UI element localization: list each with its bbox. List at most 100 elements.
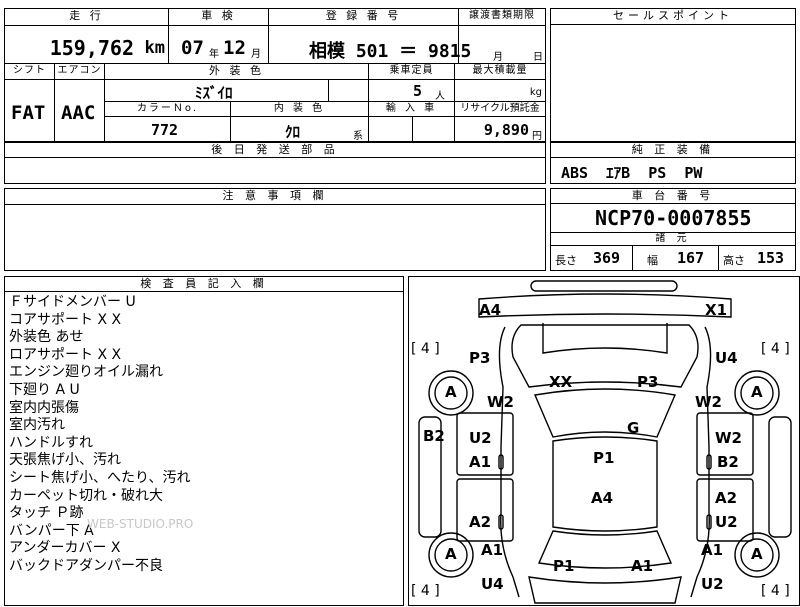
capacity-cell: 5 人 [369, 80, 455, 102]
load-label: 最大積載量 [455, 64, 545, 80]
note-item: エンジン廻りオイル漏れ [9, 364, 163, 381]
chassis-value: NCP70-0007855 [595, 206, 752, 230]
transfer-label: 譲渡書類期限 [459, 9, 545, 26]
inspector-box: 検 査 員 記 入 欄 Ｆサイドメンバー U コアサポート X X 外装色 あせ… [4, 276, 404, 606]
mark-right-b2: B2 [717, 453, 739, 471]
exterior-cell: ﾐｽﾞｲﾛ [105, 80, 329, 102]
watermark: WEB-STUDIO.PRO [87, 517, 194, 531]
interior-value: ｸﾛ [285, 123, 301, 141]
note-item: 外装色 あせ [9, 329, 84, 346]
mark-front-right: X1 [705, 301, 728, 319]
exterior-label: 外 装 色 [105, 64, 369, 80]
chassis-box: 車 台 番 号 NCP70-0007855 諸 元 長さ 369 幅 167 高… [550, 188, 796, 271]
inspector-label: 検 査 員 記 入 欄 [5, 277, 403, 292]
mark-right-w2: W2 [695, 393, 722, 411]
mark-rear-left-u4: U4 [481, 575, 504, 593]
mark-left-a1: A1 [469, 453, 492, 471]
length-cell: 長さ 369 [551, 246, 633, 270]
tire-mark-rear-left: A [445, 545, 457, 563]
year-unit: 年 [209, 49, 219, 60]
note-item: ロアサポート X X [9, 346, 122, 363]
equipment-value: ABS ｴｱB PS PW [561, 164, 703, 182]
mark-rear-a1: A1 [631, 557, 654, 575]
recycle-label: リサイクル預託金 [455, 102, 545, 117]
interior-unit: 系 [353, 131, 363, 142]
note-item: タッチ Ｐ跡 [9, 505, 84, 522]
tire-mark-front-right: A [751, 383, 763, 401]
ac-cell: AAC [55, 80, 105, 142]
note-item: バックドアダンパー不良 [9, 557, 163, 574]
note-item: シート焦げ小、へたり、汚れ [9, 469, 191, 486]
later-parts-box: 後 日 発 送 部 品 [4, 142, 546, 184]
mileage-label: 走 行 [5, 9, 169, 26]
note-item: 下廻り A U [9, 381, 80, 398]
chassis-label: 車 台 番 号 [551, 189, 795, 204]
tire-bracket-front-left: [ 4 ] [411, 341, 440, 357]
plate-label: 登 録 番 号 [269, 9, 459, 26]
recycle-cell: 9,890 円 [455, 117, 545, 142]
inspection-year: 07 [181, 37, 204, 59]
import-cell-b [413, 117, 455, 142]
mark-hood-left: P3 [469, 349, 491, 367]
length-value: 369 [593, 249, 621, 267]
note-item: 天張焦げ小、汚れ [9, 452, 121, 469]
note-item: アンダーカバー X [9, 540, 121, 557]
recycle-value: 9,890 [483, 121, 529, 139]
width-cell: 幅 167 [633, 246, 719, 270]
interior-label: 内 装 色 [231, 102, 369, 117]
mark-hood-right: P3 [637, 373, 659, 391]
height-label: 高さ [723, 254, 745, 267]
later-parts-label: 後 日 発 送 部 品 [5, 143, 545, 158]
mark-rear-right-u2: U2 [701, 575, 724, 593]
color-no-label: カラーＮo. [105, 102, 231, 117]
caution-box: 注 意 事 項 欄 [4, 188, 546, 271]
mark-right-w2b: W2 [715, 429, 742, 447]
note-item: コアサポート X X [9, 311, 122, 328]
length-label: 長さ [555, 254, 577, 267]
capacity-unit: 人 [435, 91, 445, 102]
mark-hood-center: XX [549, 373, 573, 391]
inspection-cell: 07 年 12 月 [169, 26, 269, 64]
mark-left-a2: A2 [469, 513, 492, 531]
plate-value: 相模 501 ＝ 9815 [309, 41, 472, 62]
import-cell-a [369, 117, 413, 142]
width-value: 167 [677, 249, 705, 267]
mark-rear-right-a1: A1 [701, 541, 724, 559]
equipment-box: 純 正 装 備 ABS ｴｱB PS PW [550, 142, 796, 184]
transfer-cell: 月 日 [459, 26, 545, 64]
note-item: 室内汚れ [9, 417, 65, 434]
sales-point-label: セールスポイント [551, 9, 795, 25]
caution-label: 注 意 事 項 欄 [5, 189, 545, 205]
shift-value: FAT [11, 102, 46, 124]
exterior-value: ﾐｽﾞｲﾛ [195, 84, 233, 102]
shift-cell: FAT [5, 80, 55, 142]
month-unit: 月 [251, 49, 261, 60]
mark-center-a4: A4 [591, 489, 614, 507]
tire-bracket-front-right: [ 4 ] [761, 341, 790, 357]
mileage-unit: km [144, 38, 165, 58]
vehicle-info-table: 走 行 車 検 登 録 番 号 譲渡書類期限 159,762 km 07 年 1… [4, 8, 546, 142]
capacity-value: 5 [413, 82, 423, 100]
color-no-cell: 772 [105, 117, 231, 142]
tire-mark-rear-right: A [751, 545, 763, 563]
car-diagram: [ 4 ] [ 4 ] [ 4 ] [ 4 ] A A A A A4 X1 P3… [408, 276, 800, 606]
mileage-cell: 159,762 km [5, 26, 169, 64]
mark-center-p1: P1 [593, 449, 615, 467]
mark-front-left: A4 [479, 301, 502, 319]
mark-right-u2: U2 [715, 513, 738, 531]
ac-label: エアコン [55, 64, 105, 80]
transfer-month: 月 [493, 52, 503, 63]
height-value: 153 [757, 249, 785, 267]
color-no-value: 772 [151, 121, 179, 139]
height-cell: 高さ 153 [719, 246, 795, 270]
inspection-label: 車 検 [169, 9, 269, 26]
tire-mark-front-left: A [445, 383, 457, 401]
interior-cell: ｸﾛ 系 [231, 117, 369, 142]
mark-left-b2: B2 [423, 427, 445, 445]
mileage-value: 159,762 [49, 36, 134, 60]
capacity-label: 乗車定員 [369, 64, 455, 80]
note-item: ハンドルすれ [9, 434, 93, 451]
mark-left-u2: U2 [469, 429, 492, 447]
mark-right-a2: A2 [715, 489, 738, 507]
load-unit: kg [529, 87, 542, 98]
